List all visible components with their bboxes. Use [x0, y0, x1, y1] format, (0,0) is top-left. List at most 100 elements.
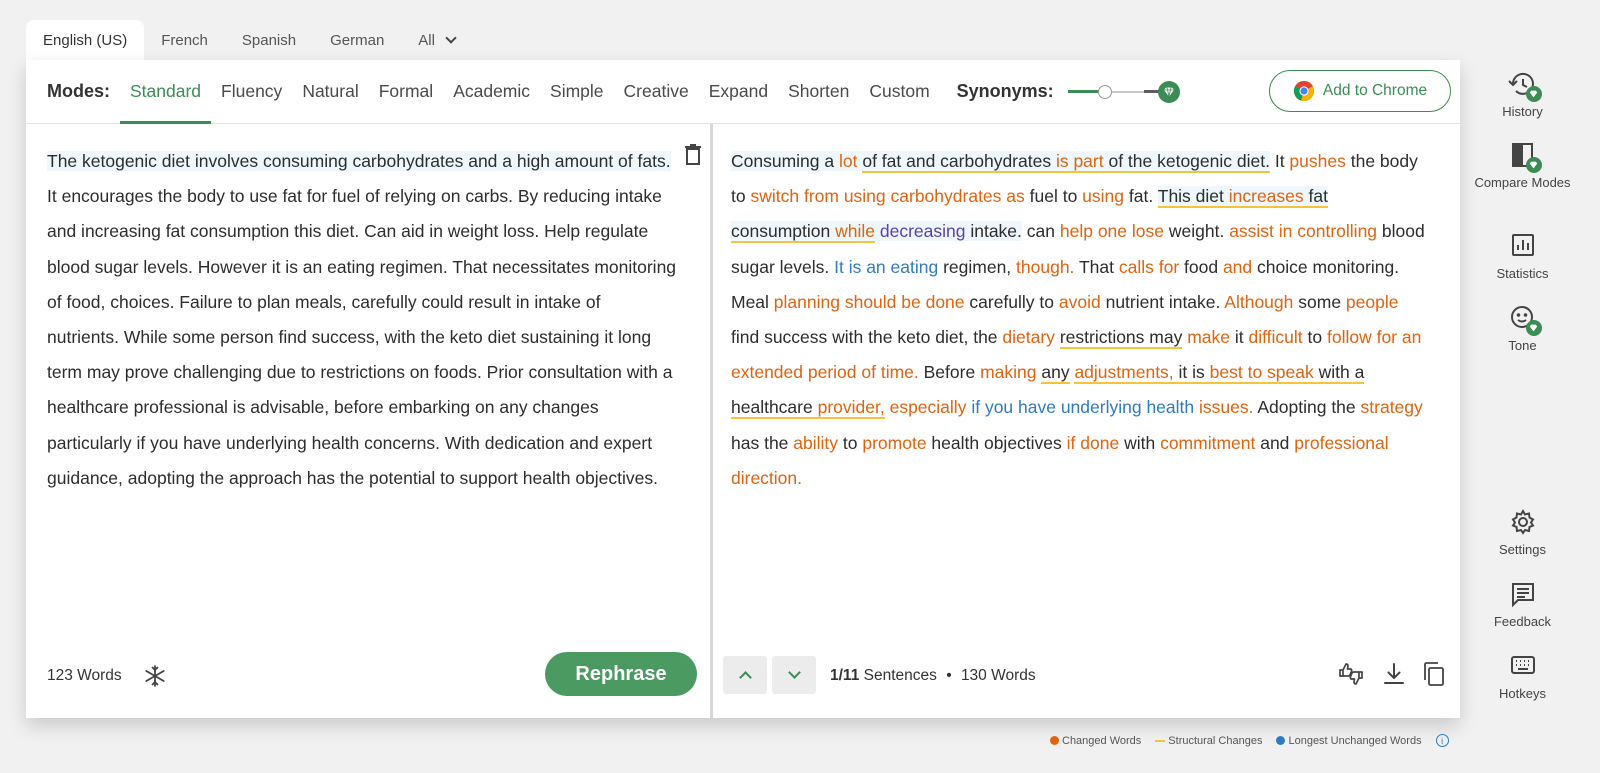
sidebar-item-compare-modes[interactable]: Compare Modes [1470, 141, 1575, 190]
trash-icon[interactable] [684, 144, 702, 166]
mode-creative[interactable]: Creative [614, 60, 699, 124]
changed-word[interactable]: pushes [1289, 151, 1345, 171]
changed-word[interactable]: provider, [817, 397, 885, 420]
mode-formal[interactable]: Formal [369, 60, 443, 124]
output-segment: find success with the keto diet, the [731, 327, 1003, 348]
sidebar-item-tone[interactable]: Tone [1470, 304, 1575, 353]
add-to-chrome-button[interactable]: Add to Chrome [1269, 70, 1451, 112]
changed-word[interactable]: dietary [1002, 327, 1055, 347]
changed-word[interactable]: and [1223, 257, 1252, 277]
changed-word[interactable]: ability [793, 433, 838, 453]
rephrase-button[interactable]: Rephrase [545, 652, 697, 696]
lang-tab-spanish[interactable]: Spanish [225, 20, 313, 60]
chrome-icon [1293, 80, 1314, 102]
hotkeys-icon [1506, 652, 1540, 682]
rate-thumbs-icon[interactable] [1338, 661, 1364, 687]
premium-gem-icon [1525, 86, 1542, 102]
output-segment: to [1302, 327, 1327, 348]
changed-word[interactable]: strategy [1361, 397, 1423, 417]
legend-changed: Changed Words [1050, 735, 1141, 747]
info-icon[interactable]: i [1435, 734, 1449, 747]
lang-tab-french[interactable]: French [144, 20, 225, 60]
changed-word[interactable]: is part [1055, 151, 1104, 173]
legend-structural: Structural Changes [1155, 735, 1262, 747]
history-icon [1506, 70, 1542, 102]
changed-word[interactable]: making [980, 362, 1036, 382]
modes-label: Modes: [47, 81, 110, 101]
sidebar-item-feedback[interactable]: Feedback [1470, 580, 1575, 629]
changed-word[interactable]: planning should be done [774, 292, 965, 312]
next-sentence-button[interactable] [772, 656, 816, 694]
output-segment: and [1255, 432, 1295, 453]
mode-academic[interactable]: Academic [443, 60, 540, 124]
output-segment: decreasing [879, 221, 966, 242]
changed-word[interactable]: lot [838, 151, 858, 171]
output-segment: restrictions may [1059, 327, 1183, 350]
previous-sentence-button[interactable] [723, 656, 767, 694]
lang-tab-english-us[interactable]: English (US) [26, 20, 145, 60]
changed-word[interactable]: issues. [1199, 397, 1253, 417]
output-segment: health objectives [926, 432, 1067, 453]
compare-modes-icon [1506, 141, 1542, 173]
mode-natural[interactable]: Natural [292, 60, 368, 124]
output-segment: intake. [965, 221, 1022, 242]
chevron-down-icon [787, 666, 801, 679]
output-text[interactable]: Consuming a lot of fat and carbohydrates… [731, 144, 1431, 496]
legend-unchanged: Longest Unchanged Words [1276, 735, 1422, 747]
changed-dot-icon [1050, 736, 1059, 745]
separator-dot: • [946, 667, 952, 684]
sidebar-item-settings[interactable]: Settings [1470, 508, 1575, 557]
lang-tab-all-dropdown[interactable]: All [401, 20, 472, 60]
input-sentence-highlighted: The ketogenic diet involves consuming ca… [47, 151, 671, 171]
input-pane[interactable]: The ketogenic diet involves consuming ca… [26, 124, 710, 718]
sentence-label: Sentences [863, 667, 937, 684]
mode-custom[interactable]: Custom [859, 60, 939, 124]
download-icon[interactable] [1381, 661, 1407, 687]
changed-word[interactable]: difficult [1249, 327, 1303, 347]
mode-standard[interactable]: Standard [120, 60, 212, 124]
paraphraser-card: Modes: Standard Fluency Natural Formal A… [26, 60, 1460, 718]
unchanged-word: It is an eating [834, 256, 939, 277]
changed-word[interactable]: help one lose [1060, 221, 1164, 241]
mode-fluency[interactable]: Fluency [211, 60, 292, 124]
synonyms-slider[interactable] [1067, 79, 1180, 105]
changed-word[interactable]: adjustments, [1074, 362, 1174, 385]
changed-word[interactable]: people [1346, 292, 1399, 312]
freeze-words-icon[interactable] [143, 664, 167, 688]
changed-word[interactable]: avoid [1059, 292, 1101, 312]
mode-shorten[interactable]: Shorten [778, 60, 859, 124]
changed-word[interactable]: assist in controlling [1229, 221, 1377, 241]
output-segment: some [1293, 291, 1346, 312]
changed-word[interactable]: especially [890, 397, 967, 417]
output-segment: it [1230, 327, 1249, 348]
slider-handle[interactable] [1097, 84, 1112, 99]
sidebar-item-hotkeys[interactable]: Hotkeys [1470, 652, 1575, 701]
chevron-down-icon [445, 31, 457, 44]
changed-word[interactable]: make [1187, 327, 1230, 347]
changed-word[interactable]: switch from using carbohydrates as [750, 186, 1024, 206]
changed-word[interactable]: while [835, 221, 875, 244]
output-segment: That [1074, 256, 1119, 277]
output-segment: carefully to [964, 291, 1059, 312]
mode-expand[interactable]: Expand [699, 60, 778, 124]
changed-word[interactable]: increases [1228, 186, 1304, 209]
mode-simple[interactable]: Simple [540, 60, 614, 124]
sidebar-item-statistics[interactable]: Statistics [1470, 232, 1575, 281]
modes-bar: Modes: Standard Fluency Natural Formal A… [26, 60, 1460, 124]
lang-tab-german[interactable]: German [313, 20, 401, 60]
input-text[interactable]: The ketogenic diet involves consuming ca… [47, 144, 677, 496]
output-segment: of the ketogenic diet. [1103, 151, 1270, 173]
changed-word[interactable]: if done [1067, 433, 1120, 453]
changed-word[interactable]: Although [1224, 292, 1293, 312]
changed-word[interactable]: using [1082, 186, 1124, 206]
output-segment: weight. [1164, 221, 1230, 242]
changed-word[interactable]: promote [862, 433, 926, 453]
unchanged-word: if you have underlying health [971, 397, 1195, 418]
changed-word[interactable]: commitment [1160, 433, 1255, 453]
changed-word[interactable]: though. [1016, 257, 1074, 277]
changed-word[interactable]: calls for [1119, 257, 1179, 277]
sentence-current: 1/11 [830, 667, 860, 684]
sidebar-item-history[interactable]: History [1470, 70, 1575, 119]
copy-icon[interactable] [1421, 661, 1447, 687]
changed-word[interactable]: best to speak [1209, 362, 1314, 385]
